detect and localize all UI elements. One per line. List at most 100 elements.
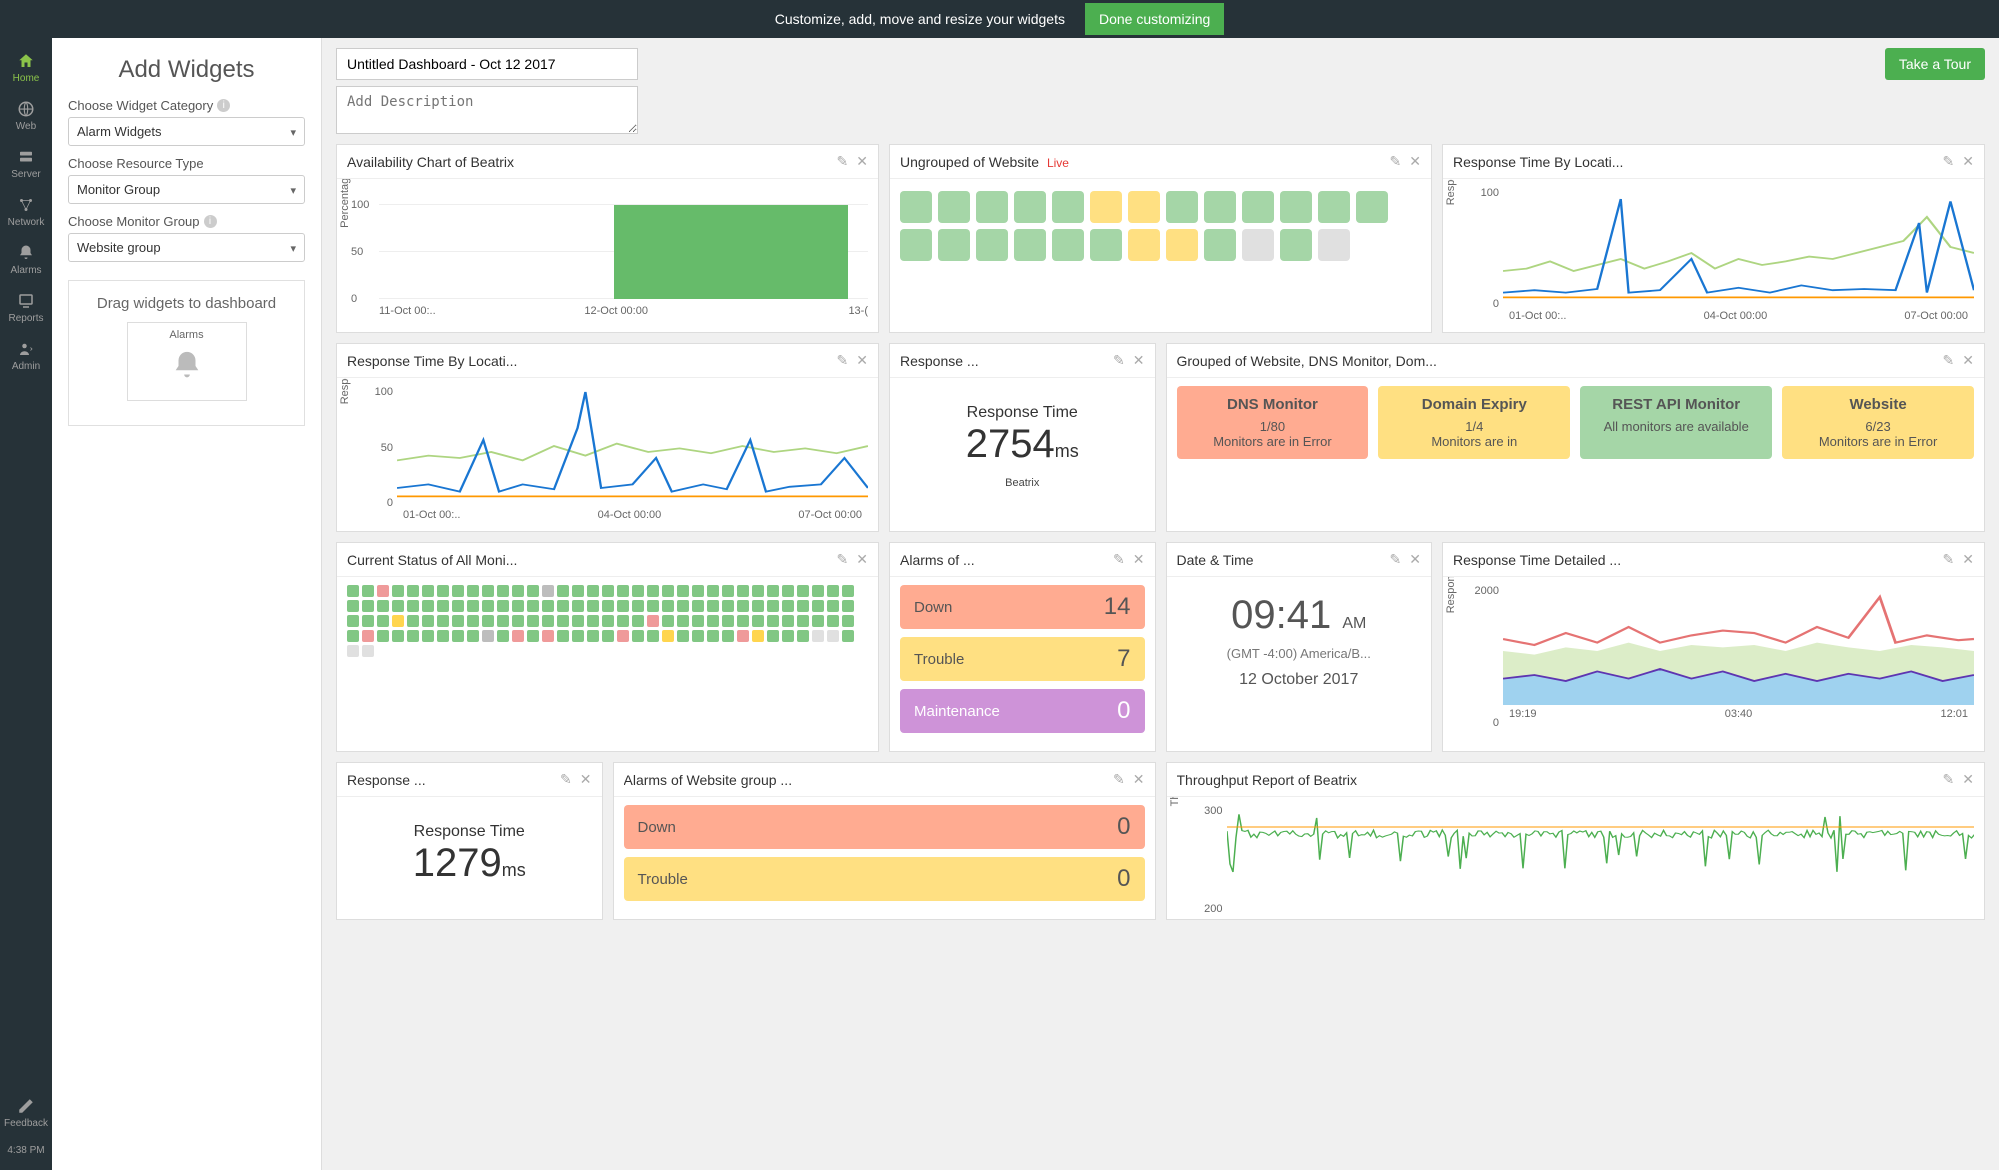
- monitor-tile[interactable]: [1204, 191, 1236, 223]
- status-tile[interactable]: [452, 600, 464, 612]
- status-tile[interactable]: [377, 630, 389, 642]
- status-tile[interactable]: [602, 600, 614, 612]
- status-tile[interactable]: [617, 615, 629, 627]
- edit-icon[interactable]: [1390, 153, 1402, 170]
- status-tile[interactable]: [842, 600, 854, 612]
- group-status-card[interactable]: DNS Monitor1/80Monitors are in Error: [1177, 386, 1369, 459]
- monitor-tile[interactable]: [1280, 229, 1312, 261]
- edit-icon[interactable]: [837, 153, 849, 170]
- status-tile[interactable]: [632, 600, 644, 612]
- status-tile[interactable]: [632, 615, 644, 627]
- close-icon[interactable]: [1962, 153, 1974, 170]
- status-tile[interactable]: [392, 630, 404, 642]
- edit-icon[interactable]: [560, 771, 572, 788]
- status-tile[interactable]: [497, 630, 509, 642]
- status-tile[interactable]: [542, 630, 554, 642]
- status-tile[interactable]: [827, 630, 839, 642]
- edit-icon[interactable]: [1943, 352, 1955, 369]
- status-tile[interactable]: [662, 600, 674, 612]
- status-tile[interactable]: [347, 585, 359, 597]
- status-tile[interactable]: [722, 585, 734, 597]
- status-tile[interactable]: [602, 585, 614, 597]
- close-icon[interactable]: [1962, 551, 1974, 568]
- status-tile[interactable]: [437, 615, 449, 627]
- status-tile[interactable]: [482, 615, 494, 627]
- monitor-tile[interactable]: [976, 191, 1008, 223]
- status-tile[interactable]: [737, 585, 749, 597]
- monitor-tile[interactable]: [1090, 191, 1122, 223]
- monitor-tile[interactable]: [1014, 191, 1046, 223]
- status-tile[interactable]: [782, 630, 794, 642]
- status-tile[interactable]: [407, 615, 419, 627]
- status-tile[interactable]: [587, 600, 599, 612]
- alarm-status-row[interactable]: Down14: [900, 585, 1145, 629]
- status-tile[interactable]: [572, 585, 584, 597]
- close-icon[interactable]: [1962, 771, 1974, 788]
- monitor-tile[interactable]: [900, 191, 932, 223]
- status-tile[interactable]: [497, 600, 509, 612]
- status-tile[interactable]: [347, 630, 359, 642]
- widget-response-time-location-bottom[interactable]: Response Time By Locati... Response Time…: [336, 343, 879, 532]
- widget-response-time-value[interactable]: Response ... Response Time 2754ms Beatri…: [889, 343, 1156, 532]
- status-tile[interactable]: [362, 615, 374, 627]
- group-status-card[interactable]: Domain Expiry1/4Monitors are in: [1378, 386, 1570, 459]
- status-tile[interactable]: [782, 615, 794, 627]
- status-tile[interactable]: [662, 585, 674, 597]
- status-tile[interactable]: [752, 585, 764, 597]
- widget-alarms-website-group[interactable]: Alarms of Website group ... Down0Trouble…: [613, 762, 1156, 920]
- status-tile[interactable]: [722, 615, 734, 627]
- status-tile[interactable]: [572, 630, 584, 642]
- status-tile[interactable]: [677, 630, 689, 642]
- close-icon[interactable]: [1133, 771, 1145, 788]
- status-tile[interactable]: [647, 585, 659, 597]
- status-tile[interactable]: [482, 600, 494, 612]
- status-tile[interactable]: [662, 630, 674, 642]
- nav-server[interactable]: Server: [0, 140, 52, 188]
- status-tile[interactable]: [422, 600, 434, 612]
- status-tile[interactable]: [467, 615, 479, 627]
- status-tile[interactable]: [557, 630, 569, 642]
- status-tile[interactable]: [527, 615, 539, 627]
- edit-icon[interactable]: [1113, 352, 1125, 369]
- status-tile[interactable]: [617, 585, 629, 597]
- status-tile[interactable]: [497, 585, 509, 597]
- monitor-tile[interactable]: [1166, 229, 1198, 261]
- monitor-tile[interactable]: [1166, 191, 1198, 223]
- status-tile[interactable]: [617, 630, 629, 642]
- close-icon[interactable]: [1409, 153, 1421, 170]
- edit-icon[interactable]: [1113, 771, 1125, 788]
- close-icon[interactable]: [1962, 352, 1974, 369]
- close-icon[interactable]: [1409, 551, 1421, 568]
- widget-date-time[interactable]: Date & Time 09:41 AM (GMT -4:00) America…: [1166, 542, 1433, 752]
- nav-feedback[interactable]: Feedback: [0, 1089, 52, 1137]
- status-tile[interactable]: [812, 630, 824, 642]
- status-tile[interactable]: [797, 585, 809, 597]
- alarm-status-row[interactable]: Maintenance0: [900, 689, 1145, 733]
- status-tile[interactable]: [467, 630, 479, 642]
- status-tile[interactable]: [737, 630, 749, 642]
- nav-web[interactable]: Web: [0, 92, 52, 140]
- status-tile[interactable]: [827, 585, 839, 597]
- monitor-tile[interactable]: [1128, 191, 1160, 223]
- status-tile[interactable]: [422, 630, 434, 642]
- status-tile[interactable]: [827, 600, 839, 612]
- status-tile[interactable]: [557, 585, 569, 597]
- status-tile[interactable]: [362, 630, 374, 642]
- status-tile[interactable]: [377, 585, 389, 597]
- status-tile[interactable]: [737, 615, 749, 627]
- monitor-tile[interactable]: [1052, 191, 1084, 223]
- nav-home[interactable]: Home: [0, 44, 52, 92]
- monitor-tile[interactable]: [1204, 229, 1236, 261]
- monitor-tile[interactable]: [1318, 229, 1350, 261]
- group-status-card[interactable]: REST API MonitorAll monitors are availab…: [1580, 386, 1772, 459]
- status-tile[interactable]: [452, 585, 464, 597]
- status-tile[interactable]: [452, 615, 464, 627]
- status-tile[interactable]: [767, 630, 779, 642]
- monitor-tile[interactable]: [1014, 229, 1046, 261]
- status-tile[interactable]: [752, 600, 764, 612]
- status-tile[interactable]: [347, 645, 359, 657]
- monitor-tile[interactable]: [1242, 191, 1274, 223]
- status-tile[interactable]: [347, 600, 359, 612]
- status-tile[interactable]: [362, 645, 374, 657]
- edit-icon[interactable]: [1390, 551, 1402, 568]
